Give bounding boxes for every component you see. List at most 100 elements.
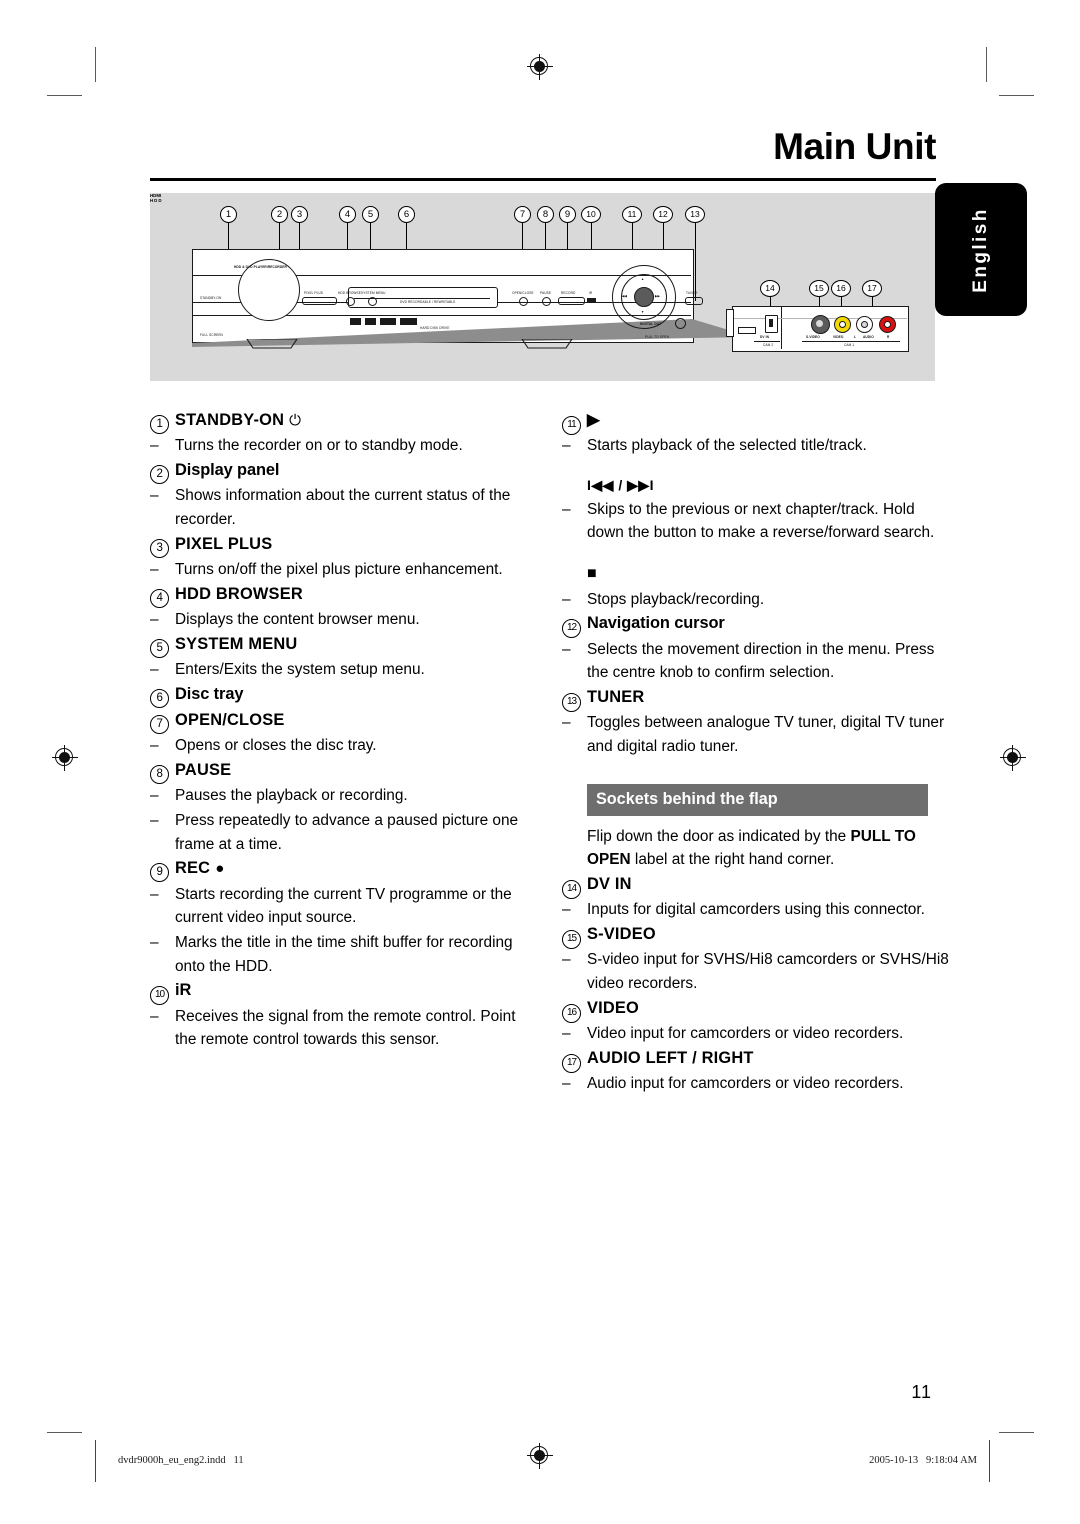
cam2-label: CAM 2 <box>763 343 774 347</box>
callout-1: 1 <box>220 206 237 223</box>
nav-prev-icon: ◀◀ <box>622 294 628 298</box>
entry-title: STANDBY-ON <box>175 411 285 429</box>
cam1-bracket <box>802 341 900 342</box>
entry-heading: 16 VIDEO <box>562 996 952 1023</box>
callout-10: 10 <box>581 206 601 223</box>
entry-bullet: – Pauses the playback or recording. <box>150 784 540 808</box>
bullet-text: Shows information about the current stat… <box>175 487 511 528</box>
left-text-column: 1 STANDBY-ON ⏻ – Turns the recorder on o… <box>150 408 540 1052</box>
entry-number: 15 <box>562 930 581 950</box>
entry-hdd-browser: 4 HDD BROWSER – Displays the content bro… <box>150 582 540 632</box>
disc-tray-label: DVD RECORDABLE / REWRITABLE <box>400 300 456 304</box>
socket-panel-divider <box>781 307 783 349</box>
section-intro-after: label at the right hand corner. <box>630 851 835 869</box>
registration-mark-left <box>52 745 78 771</box>
hdd-browse-button <box>346 297 355 306</box>
entry-s-video: 15 S-VIDEO – S-video input for SVHS/Hi8 … <box>562 922 952 996</box>
section-heading-sockets: Sockets behind the flap <box>587 783 928 816</box>
entry-bullet: – Skips to the previous or next chapter/… <box>562 498 952 545</box>
disc-format-logos <box>350 318 417 325</box>
bullet-dash: – <box>150 437 159 455</box>
brand-line-label: HDD & DVD PLAYER/RECORDER <box>234 265 287 269</box>
entry-title: OPEN/CLOSE <box>175 710 285 729</box>
entry-disc-tray: 6 Disc tray <box>150 682 540 708</box>
bullet-dash: – <box>150 660 159 678</box>
footer-rule-right <box>989 1440 990 1482</box>
entry-heading: 13 TUNER <box>562 685 952 713</box>
stop-icon: ■ <box>587 564 598 582</box>
power-symbol-icon <box>675 318 686 329</box>
entry-number: 10 <box>150 986 169 1006</box>
flap-edge <box>726 309 734 337</box>
registration-mark-right <box>1000 745 1026 771</box>
entry-bullet: – Press repeatedly to advance a paused p… <box>150 809 540 856</box>
entry-navigation-cursor: 12 Navigation cursor – Selects the movem… <box>562 611 952 685</box>
entry-heading: 15 S-VIDEO <box>562 922 952 950</box>
entry-title: iR <box>175 981 192 1000</box>
bullet-text: Inputs for digital camcorders using this… <box>587 901 925 919</box>
bullet-text: Enters/Exits the system setup menu. <box>175 660 425 678</box>
bullet-dash: – <box>562 901 571 919</box>
entry-number: 3 <box>150 538 169 558</box>
entry-number: 4 <box>150 588 169 608</box>
audio-label: AUDIO <box>863 335 874 339</box>
entry-number: 5 <box>150 638 169 658</box>
crop-mark-bottom-right-h <box>999 1432 1034 1433</box>
record-label: RECORD <box>561 291 576 295</box>
bullet-dash: – <box>150 560 159 578</box>
entry-heading: 17 AUDIO LEFT / RIGHT <box>562 1046 952 1073</box>
entry-bullet: – Toggles between analogue TV tuner, dig… <box>562 711 952 758</box>
title-divider <box>150 178 936 181</box>
entry-system-menu: 5 SYSTEM MENU – Enters/Exits the system … <box>150 632 540 682</box>
dv-in-label: DV IN <box>760 335 770 339</box>
callout-8: 8 <box>537 206 554 223</box>
entry-tuner: 13 TUNER – Toggles between analogue TV t… <box>562 685 952 759</box>
entry-bullet: – S-video input for SVHS/Hi8 camcorders … <box>562 948 952 995</box>
bullet-dash: – <box>150 934 159 952</box>
entry-bullet: – Shows information about the current st… <box>150 484 540 531</box>
entry-standby-on: 1 STANDBY-ON ⏻ – Turns the recorder on o… <box>150 408 540 458</box>
entry-title: PIXEL PLUS <box>175 534 273 553</box>
language-tab-label: English <box>970 206 991 293</box>
crop-mark-top-left-h <box>47 95 82 96</box>
audio-left-label: L <box>854 335 857 339</box>
record-dot-icon: ● <box>215 860 225 878</box>
entry-heading: 4 HDD BROWSER <box>150 582 540 608</box>
full-screen-label: FULL SCREEN <box>200 333 223 337</box>
entry-title: DV IN <box>587 875 632 894</box>
section-intro-paragraph: Flip down the door as indicated by the P… <box>587 825 952 872</box>
callout-17: 17 <box>862 280 882 297</box>
bullet-text: Starts playback of the selected title/tr… <box>587 437 867 455</box>
bullet-text: Receives the signal from the remote cont… <box>175 1007 516 1049</box>
bullet-text: Turns on/off the pixel plus picture enha… <box>175 560 503 578</box>
bullet-text: Opens or closes the disc tray. <box>175 737 377 755</box>
bullet-text: Pauses the playback or recording. <box>175 787 408 805</box>
crop-mark-top-right-h <box>999 95 1034 96</box>
entry-bullet: – Turns the recorder on or to standby mo… <box>150 434 540 458</box>
audio-right-socket-inner <box>884 321 891 328</box>
entry-heading: 14 DV IN <box>562 872 952 900</box>
video-socket-inner <box>839 321 846 328</box>
pause-button <box>542 297 551 306</box>
entry-heading: 12 Navigation cursor <box>562 611 952 639</box>
navigation-cursor-knob <box>634 287 654 307</box>
entry-heading: 5 SYSTEM MENU <box>150 632 540 658</box>
bullet-text: Displays the content browser menu. <box>175 610 420 628</box>
skip-icon: I◀◀ / ▶▶I <box>587 476 655 493</box>
entry-play: 11 ▶ – Starts playback of the selected t… <box>562 408 952 611</box>
entry-bullet: – Displays the content browser menu. <box>150 608 540 632</box>
entry-rec: 9 REC ● – Starts recording the current T… <box>150 856 540 978</box>
entry-heading: 3 PIXEL PLUS <box>150 532 540 558</box>
entry-number: 8 <box>150 764 169 784</box>
entry-audio-left-right: 17 AUDIO LEFT / RIGHT – Audio input for … <box>562 1046 952 1096</box>
entry-number: 16 <box>562 1003 581 1023</box>
bullet-dash: – <box>562 500 571 518</box>
bullet-text: Stops playback/recording. <box>587 590 765 608</box>
entry-number: 6 <box>150 688 169 708</box>
entry-title: PAUSE <box>175 760 232 779</box>
callout-2: 2 <box>271 206 288 223</box>
entry-title: REC <box>175 859 211 878</box>
footer-filename: dvdr9000h_eu_eng2.indd 11 <box>118 1455 244 1466</box>
main-unit-diagram: 1 2 3 4 5 6 7 8 9 10 11 12 13 14 15 16 1… <box>150 193 935 381</box>
bullet-dash: – <box>562 1025 571 1043</box>
